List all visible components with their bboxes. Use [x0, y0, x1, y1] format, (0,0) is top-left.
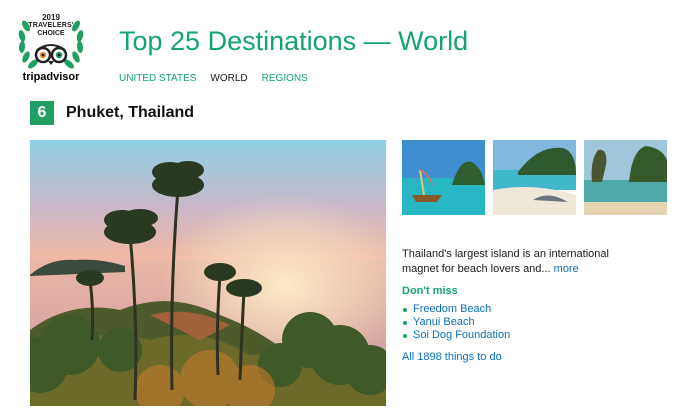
destination-name[interactable]: Phuket, Thailand	[66, 104, 194, 122]
destination-description: Thailand's largest island is an internat…	[402, 247, 642, 277]
attraction-label: Yanui Beach	[413, 316, 475, 328]
region-nav: UNITED STATES WORLD REGIONS	[119, 73, 308, 84]
attraction-label: Freedom Beach	[413, 303, 492, 315]
dont-miss-heading: Don't miss	[402, 285, 458, 297]
attraction-label: Soi Dog Foundation	[413, 329, 511, 341]
badge-line-2: CHOICE	[37, 30, 65, 37]
page-title: Top 25 Destinations — World	[119, 26, 469, 56]
more-link[interactable]: more	[554, 263, 579, 275]
bullet-icon	[403, 320, 407, 325]
travelers-choice-badge: 2019 TRAVELERS' CHOICE tripadvisor	[12, 8, 90, 84]
badge-year: 2019	[42, 13, 60, 22]
attraction-link[interactable]: Yanui Beach	[402, 316, 510, 329]
badge-line-1: TRAVELERS'	[28, 22, 74, 29]
bullet-icon	[403, 307, 407, 312]
rank-badge: 6	[30, 101, 54, 125]
nav-regions[interactable]: REGIONS	[262, 73, 308, 84]
tripadvisor-logo-text: tripadvisor	[22, 71, 80, 83]
main-destination-photo[interactable]	[30, 140, 386, 406]
attractions-list: Freedom Beach Yanui Beach Soi Dog Founda…	[402, 303, 510, 342]
thumbnail-photo-1[interactable]	[402, 140, 485, 215]
thumbnail-photo-3[interactable]	[584, 140, 667, 215]
nav-world[interactable]: WORLD	[210, 73, 247, 84]
bullet-icon	[403, 333, 407, 338]
attraction-link[interactable]: Soi Dog Foundation	[402, 329, 510, 342]
thumbnail-photo-2[interactable]	[493, 140, 576, 215]
nav-united-states[interactable]: UNITED STATES	[119, 73, 196, 84]
all-things-to-do-link[interactable]: All 1898 things to do	[402, 351, 502, 363]
owl-eyes-icon	[34, 44, 68, 65]
attraction-link[interactable]: Freedom Beach	[402, 303, 510, 316]
